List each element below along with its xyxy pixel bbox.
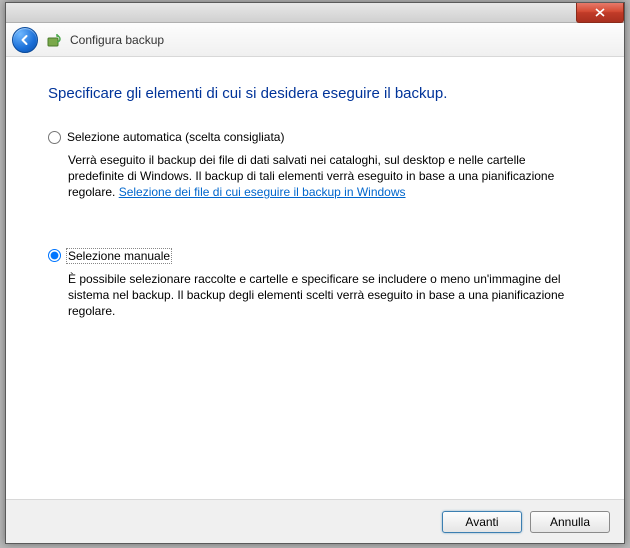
radio-manual[interactable]	[48, 249, 61, 262]
header-bar: Configura backup	[6, 23, 624, 57]
next-button[interactable]: Avanti	[442, 511, 522, 533]
titlebar	[6, 3, 624, 23]
back-button[interactable]	[12, 27, 38, 53]
close-icon	[595, 8, 605, 17]
footer: Avanti Annulla	[6, 499, 624, 543]
help-link[interactable]: Selezione dei file di cui eseguire il ba…	[119, 185, 406, 199]
header-title: Configura backup	[70, 33, 164, 47]
arrow-left-icon	[18, 33, 32, 47]
content-area: Specificare gli elementi di cui si desid…	[6, 57, 624, 377]
wizard-window: Configura backup Specificare gli element…	[5, 2, 625, 544]
desc-auto: Verrà eseguito il backup dei file di dat…	[68, 152, 582, 201]
desc-manual: È possibile selezionare raccolte e carte…	[68, 271, 582, 320]
radio-auto[interactable]	[48, 131, 61, 144]
label-manual[interactable]: Selezione manuale	[67, 249, 171, 263]
close-button[interactable]	[576, 3, 624, 23]
label-auto[interactable]: Selezione automatica (scelta consigliata…	[67, 130, 284, 144]
option-auto: Selezione automatica (scelta consigliata…	[48, 130, 582, 201]
cancel-button[interactable]: Annulla	[530, 511, 610, 533]
backup-icon	[46, 32, 62, 48]
option-manual: Selezione manuale È possibile selezionar…	[48, 249, 582, 320]
page-heading: Specificare gli elementi di cui si desid…	[48, 85, 582, 102]
